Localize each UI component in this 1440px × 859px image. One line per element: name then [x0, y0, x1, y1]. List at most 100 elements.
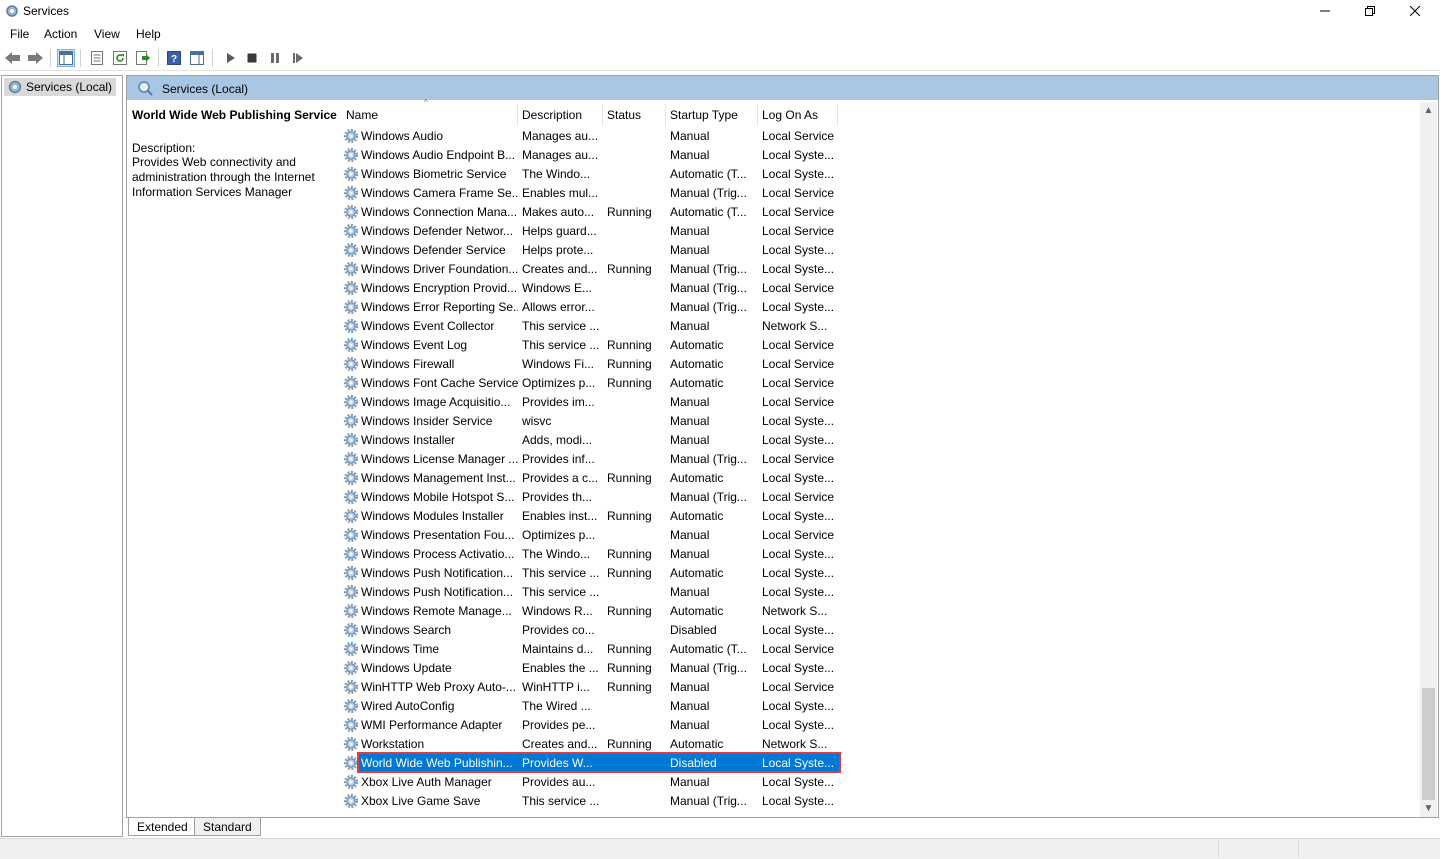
- service-row[interactable]: Windows Image Acquisitio... Provides im..…: [342, 393, 840, 412]
- service-row[interactable]: WinHTTP Web Proxy Auto-... WinHTTP i... Ru…: [342, 678, 840, 697]
- service-row[interactable]: Windows Biometric Service The Windo... Aut…: [342, 165, 840, 184]
- service-row[interactable]: Windows Update Enables the ... Running Manu…: [342, 659, 840, 678]
- menu-help[interactable]: Help: [136, 27, 161, 41]
- close-button[interactable]: [1392, 0, 1438, 22]
- service-gear-icon: [343, 223, 359, 239]
- show-hide-console-tree-button[interactable]: [57, 49, 75, 67]
- service-row[interactable]: Windows Insider Service wisvc Manual Local …: [342, 412, 840, 431]
- toolbar-separator: [80, 49, 81, 67]
- service-description: Manages au...: [522, 129, 599, 143]
- service-log-on-as: Local Syste...: [762, 794, 835, 808]
- service-name: Windows Presentation Fou...: [361, 528, 515, 542]
- close-icon: [1410, 6, 1420, 16]
- menu-action[interactable]: Action: [44, 27, 77, 41]
- column-header-startup-type[interactable]: Startup Type: [666, 104, 758, 126]
- toolbar-separator: [212, 49, 213, 67]
- menu-view[interactable]: View: [94, 27, 120, 41]
- selected-service-name: World Wide Web Publishing Service: [132, 108, 337, 122]
- service-row[interactable]: Windows Audio Manages au... Manual Local Se…: [342, 127, 840, 146]
- column-header-name[interactable]: Name ^: [342, 98, 518, 126]
- pane-title: Services (Local): [162, 82, 249, 96]
- service-row[interactable]: Windows Search Provides co... Disabled Loca…: [342, 621, 840, 640]
- service-row[interactable]: World Wide Web Publishin... Provides W...…: [342, 754, 840, 773]
- back-button[interactable]: [4, 49, 22, 67]
- show-hide-action-pane-button[interactable]: [188, 49, 206, 67]
- service-row[interactable]: Windows Event Log This service ... Running…: [342, 336, 840, 355]
- minimize-icon: [1320, 10, 1330, 12]
- service-row[interactable]: Windows Event Collector This service ... M…: [342, 317, 840, 336]
- service-row[interactable]: Windows Presentation Fou... Optimizes p..…: [342, 526, 840, 545]
- service-row[interactable]: Wired AutoConfig The Wired ... Manual Local…: [342, 697, 840, 716]
- service-log-on-as: Network S...: [762, 319, 828, 333]
- service-row[interactable]: Windows Defender Service Helps prote... Ma…: [342, 241, 840, 260]
- service-name: World Wide Web Publishin...: [361, 756, 513, 770]
- service-row[interactable]: Windows Push Notification... This service…: [342, 583, 840, 602]
- service-row[interactable]: Windows Mobile Hotspot S... Provides th..…: [342, 488, 840, 507]
- service-description: Windows Fi...: [522, 357, 595, 371]
- service-row[interactable]: Windows Firewall Windows Fi... Running Auto…: [342, 355, 840, 374]
- service-log-on-as: Local Service: [762, 129, 835, 143]
- service-gear-icon: [343, 565, 359, 581]
- service-startup-type: Automatic: [670, 471, 724, 485]
- service-row[interactable]: Workstation Creates and... Running Automati…: [342, 735, 840, 754]
- service-row[interactable]: Windows Push Notification... This service…: [342, 564, 840, 583]
- start-service-button[interactable]: [221, 49, 239, 67]
- tree-item-services-local[interactable]: Services (Local): [4, 78, 117, 96]
- forward-button[interactable]: [26, 49, 44, 67]
- pause-service-button[interactable]: [266, 49, 284, 67]
- service-row[interactable]: WMI Performance Adapter Provides pe... Man…: [342, 716, 840, 735]
- services-search-icon: [138, 81, 153, 96]
- service-row[interactable]: Windows Time Maintains d... Running Automat…: [342, 640, 840, 659]
- tab-extended[interactable]: Extended: [128, 818, 197, 836]
- service-row[interactable]: Windows Management Inst... Provides a c..…: [342, 469, 840, 488]
- service-name: Windows Process Activatio...: [361, 547, 515, 561]
- service-description: This service ...: [522, 566, 600, 580]
- service-row[interactable]: Windows Installer Adds, modi... Manual Loca…: [342, 431, 840, 450]
- scrollbar-thumb[interactable]: [1422, 688, 1435, 800]
- service-startup-type: Manual: [670, 528, 710, 542]
- service-row[interactable]: Windows Encryption Provid... Windows E...…: [342, 279, 840, 298]
- service-gear-icon: [343, 337, 359, 353]
- service-row[interactable]: Xbox Live Auth Manager Provides au... Manu…: [342, 773, 840, 792]
- column-header-status[interactable]: Status: [603, 104, 666, 126]
- service-log-on-as: Local Syste...: [762, 433, 835, 447]
- service-gear-icon: [343, 736, 359, 752]
- scroll-up-icon[interactable]: ▲: [1420, 102, 1437, 119]
- service-row[interactable]: Windows Font Cache Service Optimizes p...…: [342, 374, 840, 393]
- service-row[interactable]: Windows Defender Networ... Helps guard...…: [342, 222, 840, 241]
- restart-service-button[interactable]: [289, 49, 307, 67]
- pane-header: Services (Local): [127, 76, 1438, 100]
- restore-button[interactable]: [1347, 0, 1393, 22]
- service-gear-icon: [343, 774, 359, 790]
- service-row[interactable]: Windows Remote Manage... Windows R... Runn…: [342, 602, 840, 621]
- menu-file[interactable]: File: [10, 27, 29, 41]
- service-status: Running: [607, 471, 652, 485]
- tab-standard[interactable]: Standard: [194, 818, 261, 836]
- properties-button[interactable]: [88, 49, 106, 67]
- refresh-button[interactable]: [111, 49, 129, 67]
- service-name: Windows Event Log: [361, 338, 468, 352]
- service-description: Provides pe...: [522, 718, 596, 732]
- service-row[interactable]: Windows Process Activatio... The Windo...…: [342, 545, 840, 564]
- scroll-down-icon[interactable]: ▼: [1420, 800, 1437, 817]
- vertical-scrollbar[interactable]: ▲ ▼: [1420, 102, 1437, 817]
- service-name: Xbox Live Auth Manager: [361, 775, 492, 789]
- help-button[interactable]: ?: [165, 49, 183, 67]
- export-list-button[interactable]: [134, 49, 152, 67]
- service-row[interactable]: Windows Connection Mana... Makes auto... R…: [342, 203, 840, 222]
- service-description: Enables inst...: [522, 509, 598, 523]
- minimize-button[interactable]: [1302, 0, 1348, 22]
- service-description: The Windo...: [522, 167, 591, 181]
- service-startup-type: Manual: [670, 718, 710, 732]
- service-row[interactable]: Windows Error Reporting Se... Allows erro…: [342, 298, 840, 317]
- service-row[interactable]: Xbox Live Game Save This service ... Manua…: [342, 792, 840, 811]
- column-header-description[interactable]: Description: [518, 104, 603, 126]
- service-row[interactable]: Windows Driver Foundation... Creates and.…: [342, 260, 840, 279]
- service-row[interactable]: Windows License Manager ... Provides inf.…: [342, 450, 840, 469]
- service-log-on-as: Local Service: [762, 186, 835, 200]
- column-header-log-on-as[interactable]: Log On As: [758, 104, 838, 126]
- service-row[interactable]: Windows Audio Endpoint B... Manages au...…: [342, 146, 840, 165]
- stop-service-button[interactable]: [243, 49, 261, 67]
- service-row[interactable]: Windows Modules Installer Enables inst...…: [342, 507, 840, 526]
- service-row[interactable]: Windows Camera Frame Se... Enables mul...…: [342, 184, 840, 203]
